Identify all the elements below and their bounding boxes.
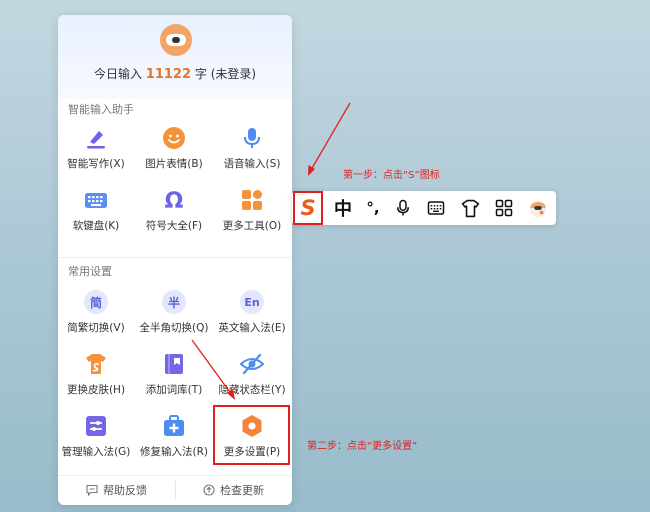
annotation-step1: 第一步：点击“S”图标 [343, 170, 440, 181]
annotation-step2: 第二步：点击“更多设置” [307, 441, 418, 452]
arrow-step1 [310, 102, 351, 171]
annotation-arrows [191, 102, 351, 400]
arrowhead-step1 [308, 165, 315, 176]
arrow-step2 [191, 339, 233, 396]
